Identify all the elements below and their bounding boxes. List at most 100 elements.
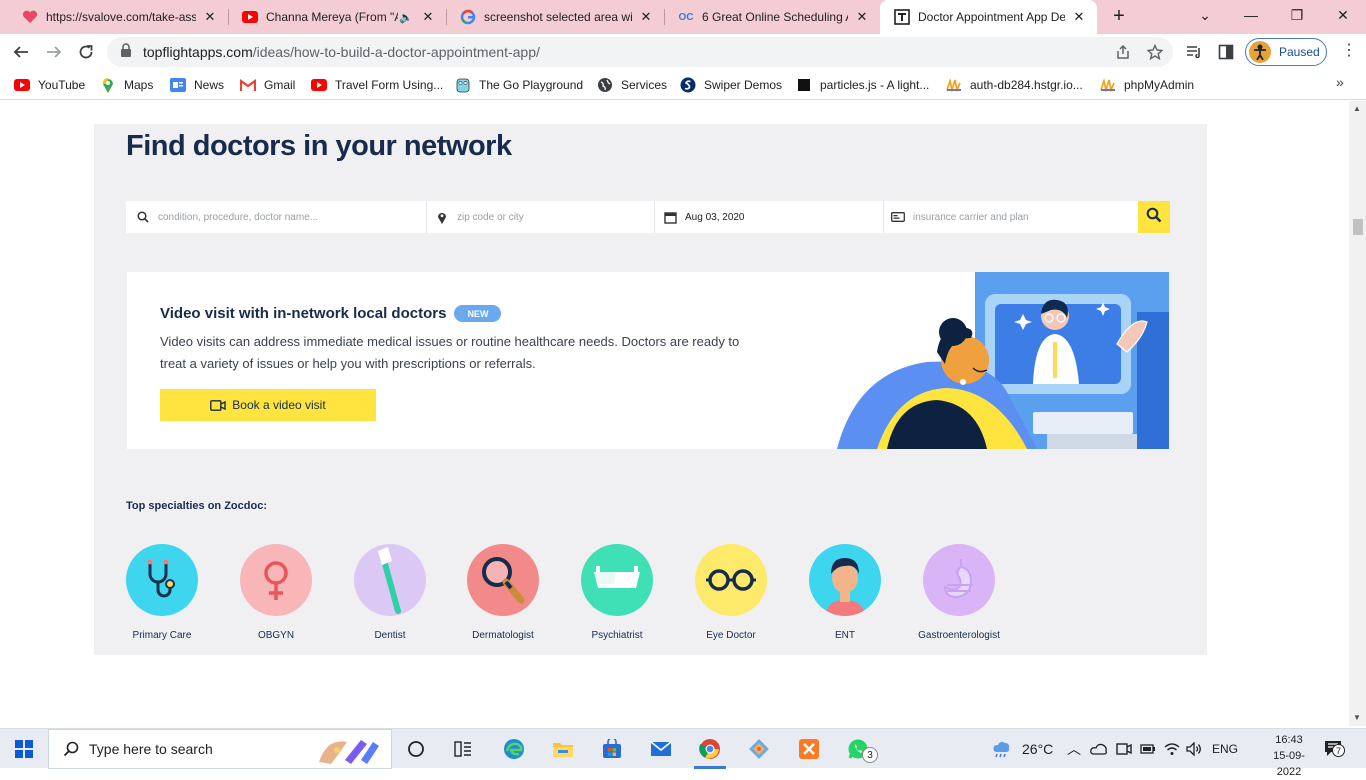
specialty-label: Psychiatrist — [591, 630, 643, 641]
tab-screenshot-search[interactable]: screenshot selected area win ✕ — [446, 0, 664, 34]
doctor-search-bar: condition, procedure, doctor name... zip… — [126, 201, 1170, 233]
specialty-primary-care[interactable]: Primary Care — [107, 544, 217, 641]
mail-icon[interactable] — [649, 737, 673, 761]
git-icon[interactable] — [747, 737, 771, 761]
bookmark-maps[interactable]: Maps — [100, 75, 153, 95]
tab-scheduling-apps[interactable]: OC 6 Great Online Scheduling Ap ✕ — [664, 0, 880, 34]
field-divider — [883, 201, 884, 233]
close-tab-icon[interactable]: ✕ — [854, 9, 870, 25]
bookmark-swiper-demos[interactable]: Swiper Demos — [680, 75, 782, 95]
date-field[interactable]: Aug 03, 2020 — [663, 201, 881, 233]
widgets-icon[interactable] — [451, 737, 475, 761]
youtube-icon — [14, 77, 30, 93]
bookmark-auth-db[interactable]: auth-db284.hstgr.io... — [946, 75, 1083, 95]
scroll-up-arrow-icon[interactable]: ▲ — [1353, 104, 1361, 113]
bookmark-particles[interactable]: particles.js - A light... — [796, 75, 929, 95]
bookmark-label: News — [194, 78, 225, 92]
speaker-icon[interactable]: 🔈 — [398, 9, 414, 25]
scroll-down-arrow-icon[interactable]: ▼ — [1353, 713, 1361, 722]
taskbar-clock[interactable]: 16:43 15-09-2022 — [1262, 732, 1316, 780]
specialty-ent[interactable]: ENT — [790, 544, 900, 641]
volume-icon[interactable] — [1186, 729, 1202, 769]
back-arrow-icon[interactable] — [7, 38, 35, 66]
chrome-menu-icon[interactable]: ⋮ — [1341, 43, 1357, 59]
bookmark-gmail[interactable]: Gmail — [240, 75, 295, 95]
clock-date: 15-09-2022 — [1273, 750, 1305, 778]
search-icon — [1146, 207, 1162, 228]
specialty-dermatologist[interactable]: Dermatologist — [448, 544, 558, 641]
share-icon[interactable] — [1115, 44, 1131, 60]
minimize-button[interactable]: — — [1228, 0, 1274, 30]
new-tab-button[interactable]: + — [1108, 6, 1130, 28]
book-video-visit-button[interactable]: Book a video visit — [160, 389, 376, 421]
zip-search-field[interactable]: zip code or city — [435, 201, 653, 233]
bookmark-youtube[interactable]: YouTube — [14, 75, 85, 95]
weather-widget[interactable]: 26°C — [990, 729, 1053, 769]
tab-title: Doctor Appointment App De — [918, 10, 1065, 24]
file-explorer-icon[interactable] — [551, 737, 575, 761]
bookmark-news[interactable]: News — [170, 75, 224, 95]
more-bookmarks-chevron-icon[interactable]: » — [1336, 74, 1344, 90]
meet-now-icon[interactable] — [1116, 729, 1132, 769]
video-visit-card: Video visit with in-network local doctor… — [127, 272, 1169, 449]
tab-channa-mereya[interactable]: Channa Mereya (From "A 🔈 ✕ — [228, 0, 446, 34]
tab-search-chevron-icon[interactable]: ⌄ — [1182, 0, 1228, 30]
specialty-gastroenterologist[interactable]: Gastroenterologist — [904, 544, 1014, 641]
bookmark-star-icon[interactable] — [1147, 44, 1163, 60]
profile-status: Paused — [1279, 45, 1320, 59]
onedrive-sync-icon[interactable] — [1090, 729, 1108, 769]
insurance-card-icon — [891, 210, 905, 224]
restore-button[interactable]: ❐ — [1274, 0, 1320, 30]
search-submit-button[interactable] — [1138, 201, 1170, 233]
specialty-dentist[interactable]: Dentist — [335, 544, 445, 641]
wifi-icon[interactable] — [1164, 729, 1180, 769]
notification-center-icon[interactable]: 7 — [1324, 740, 1345, 758]
weather-rain-icon — [990, 739, 1012, 759]
bookmark-go-playground[interactable]: The Go Playground — [455, 75, 583, 95]
whatsapp-notification-badge: 3 — [862, 747, 878, 763]
side-panel-icon[interactable] — [1217, 43, 1235, 61]
scrollbar-thumb[interactable] — [1353, 219, 1363, 235]
taskbar-search-box[interactable]: Type here to search — [48, 729, 392, 769]
bookmark-label: Maps — [124, 78, 154, 92]
close-window-button[interactable]: ✕ — [1320, 0, 1366, 30]
close-tab-icon[interactable]: ✕ — [202, 9, 218, 25]
profile-button[interactable]: Paused — [1245, 38, 1327, 66]
maps-pin-icon — [100, 77, 116, 93]
lock-icon[interactable] — [120, 42, 134, 62]
bookmark-label: YouTube — [38, 78, 86, 92]
bookmark-phpmyadmin[interactable]: phpMyAdmin — [1100, 75, 1194, 95]
edge-browser-icon[interactable] — [502, 737, 526, 761]
battery-icon[interactable] — [1140, 729, 1156, 769]
toothbrush-icon — [354, 544, 426, 616]
specialty-eye-doctor[interactable]: Eye Doctor — [676, 544, 786, 641]
language-indicator[interactable]: ENG — [1212, 729, 1238, 769]
bookmark-label: Travel Form Using... — [335, 78, 444, 92]
media-control-icon[interactable] — [1185, 43, 1203, 61]
specialty-psychiatrist[interactable]: Psychiatrist — [562, 544, 672, 641]
chrome-icon[interactable] — [698, 737, 722, 761]
specialty-obgyn[interactable]: OBGYN — [221, 544, 331, 641]
windows-start-icon[interactable] — [12, 737, 36, 761]
bookmark-label: Services — [621, 78, 668, 92]
reload-icon[interactable] — [72, 38, 100, 66]
xampp-icon[interactable] — [797, 737, 821, 761]
task-view-icon[interactable] — [404, 737, 428, 761]
bookmark-services[interactable]: Services — [597, 75, 667, 95]
specialty-label: ENT — [835, 630, 855, 641]
close-tab-icon[interactable]: ✕ — [420, 9, 436, 25]
close-tab-icon[interactable]: ✕ — [1071, 9, 1087, 25]
insurance-field[interactable]: insurance carrier and plan — [891, 201, 1131, 233]
magnifier-icon — [467, 544, 539, 616]
show-hidden-icons-chevron-icon[interactable]: ︿ — [1067, 729, 1081, 769]
condition-search-field[interactable]: condition, procedure, doctor name... — [136, 201, 426, 233]
tab-svalove[interactable]: https://svalove.com/take-ass ✕ — [8, 0, 228, 34]
page-scrollbar[interactable]: ▲ ▼ — [1349, 101, 1366, 726]
microsoft-store-icon[interactable] — [600, 737, 624, 761]
address-bar[interactable]: topflightapps.com/ideas/how-to-build-a-d… — [107, 37, 1173, 67]
search-highlight-illustration-icon — [317, 734, 389, 766]
bookmark-travel-form[interactable]: Travel Form Using... — [311, 75, 443, 95]
close-tab-icon[interactable]: ✕ — [638, 9, 654, 25]
tab-doctor-appointment[interactable]: Doctor Appointment App De ✕ — [880, 0, 1097, 34]
forward-arrow-icon[interactable] — [40, 38, 68, 66]
